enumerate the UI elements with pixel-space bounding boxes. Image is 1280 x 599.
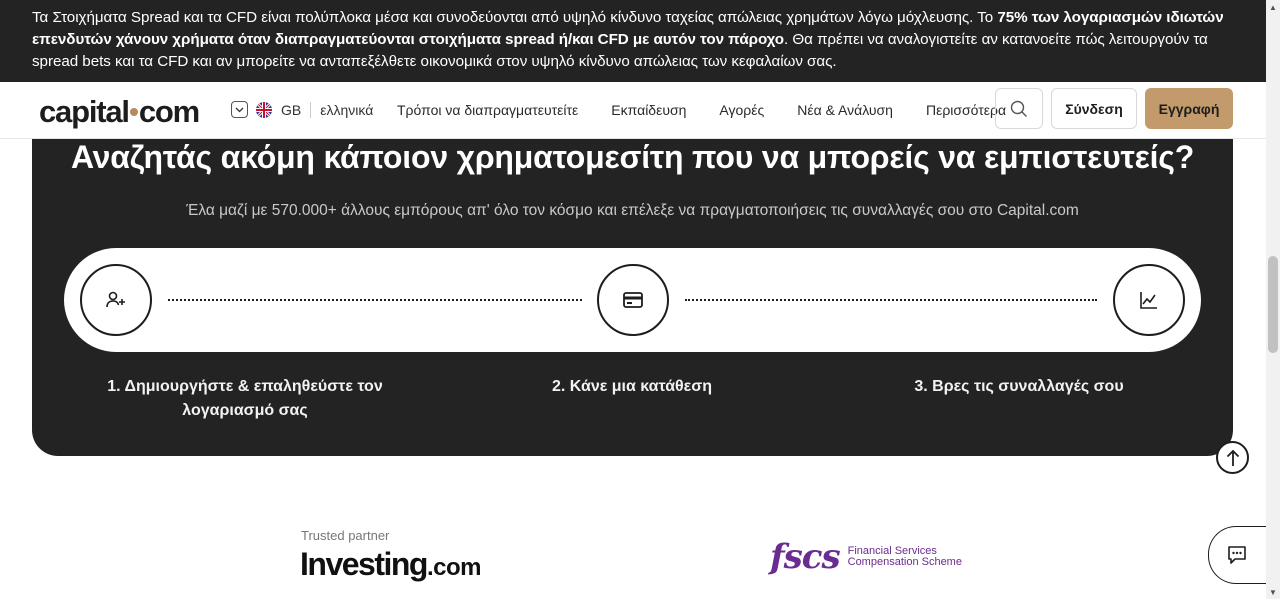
step-3-label: 3. Βρες τις συναλλαγές σου: [914, 378, 1124, 395]
language-selector[interactable]: GB ελληνικά: [231, 101, 373, 118]
step-connector-2: [685, 299, 1097, 301]
scrollbar-thumb[interactable]: [1268, 256, 1278, 353]
page-scrollbar[interactable]: ▲ ▼: [1266, 0, 1280, 599]
nav-item-markets[interactable]: Αγορές: [719, 102, 764, 118]
region-code: GB: [281, 101, 302, 118]
fscs-line-2: Compensation Scheme: [847, 556, 962, 568]
chart-line-icon: [1140, 292, 1157, 309]
step-2-circle: [597, 264, 669, 336]
scroll-to-top-button[interactable]: [1216, 441, 1249, 474]
scroll-down-arrow-icon[interactable]: ▼: [1266, 585, 1280, 599]
promo-subtitle: Έλα μαζί με 570.000+ άλλους εμπόρους απ'…: [186, 202, 1079, 219]
fscs-logo[interactable]: fscs Financial Services Compensation Sch…: [770, 537, 962, 577]
search-button[interactable]: [995, 88, 1043, 129]
step-2-label: 2. Κάνε μια κατάθεση: [552, 378, 712, 395]
logo-text-right: com: [138, 94, 200, 129]
broker-promo-section: Αναζητάς ακόμη κάποιον χρηματομεσίτη που…: [32, 139, 1233, 456]
investing-logo[interactable]: Investing.com: [300, 546, 481, 583]
uk-flag-icon: [256, 101, 272, 118]
site-header: capital com GB ελληνικά Τρόποι να διαπραγ…: [0, 82, 1266, 139]
step-1-circle: [80, 264, 152, 336]
credit-card-icon: [623, 292, 643, 308]
investing-logo-suffix: .com: [426, 554, 482, 581]
search-icon: [1010, 100, 1027, 117]
chevron-down-icon[interactable]: [231, 101, 248, 118]
scroll-up-arrow-icon[interactable]: ▲: [1266, 0, 1280, 14]
risk-text-part1: Τα Στοιχήματα Spread και τα CFD είναι πο…: [32, 9, 998, 26]
logo-dot: [129, 107, 138, 116]
add-user-icon: [106, 291, 125, 308]
language-label: ελληνικά: [320, 101, 374, 118]
fscs-mark: fscs: [770, 537, 841, 577]
promo-title: Αναζητάς ακόμη κάποιον χρηματομεσίτη που…: [70, 139, 1195, 175]
step-1-label: 1. Δημιουργήστε & επαληθεύστε τον λογαρι…: [107, 378, 383, 419]
fscs-text: Financial Services Compensation Scheme: [848, 546, 962, 568]
step-3-circle: [1113, 264, 1185, 336]
step-connector-1: [168, 299, 582, 301]
capital-logo[interactable]: capital com: [39, 94, 200, 130]
risk-warning-banner: Τα Στοιχήματα Spread και τα CFD είναι πο…: [0, 0, 1266, 82]
login-button[interactable]: Σύνδεση: [1051, 88, 1137, 129]
nav-item-news-analysis[interactable]: Νέα & Ανάλυση: [797, 102, 893, 118]
trusted-partner-label: Trusted partner: [301, 528, 390, 543]
lang-divider: [310, 101, 312, 118]
investing-logo-main: Investing: [300, 546, 428, 582]
nav-item-ways-to-trade[interactable]: Τρόποι να διαπραγματευτείτε: [397, 102, 578, 118]
chat-button[interactable]: [1208, 526, 1270, 584]
arrow-up-icon: [1226, 449, 1239, 466]
nav-item-education[interactable]: Εκπαίδευση: [611, 102, 686, 118]
logo-text-left: capital: [39, 94, 130, 129]
main-nav: Τρόποι να διαπραγματευτείτε Εκπαίδευση Α…: [397, 102, 1039, 118]
steps-track: [64, 248, 1201, 352]
signup-button[interactable]: Εγγραφή: [1145, 88, 1233, 129]
chat-bubble-icon: [1227, 546, 1246, 564]
